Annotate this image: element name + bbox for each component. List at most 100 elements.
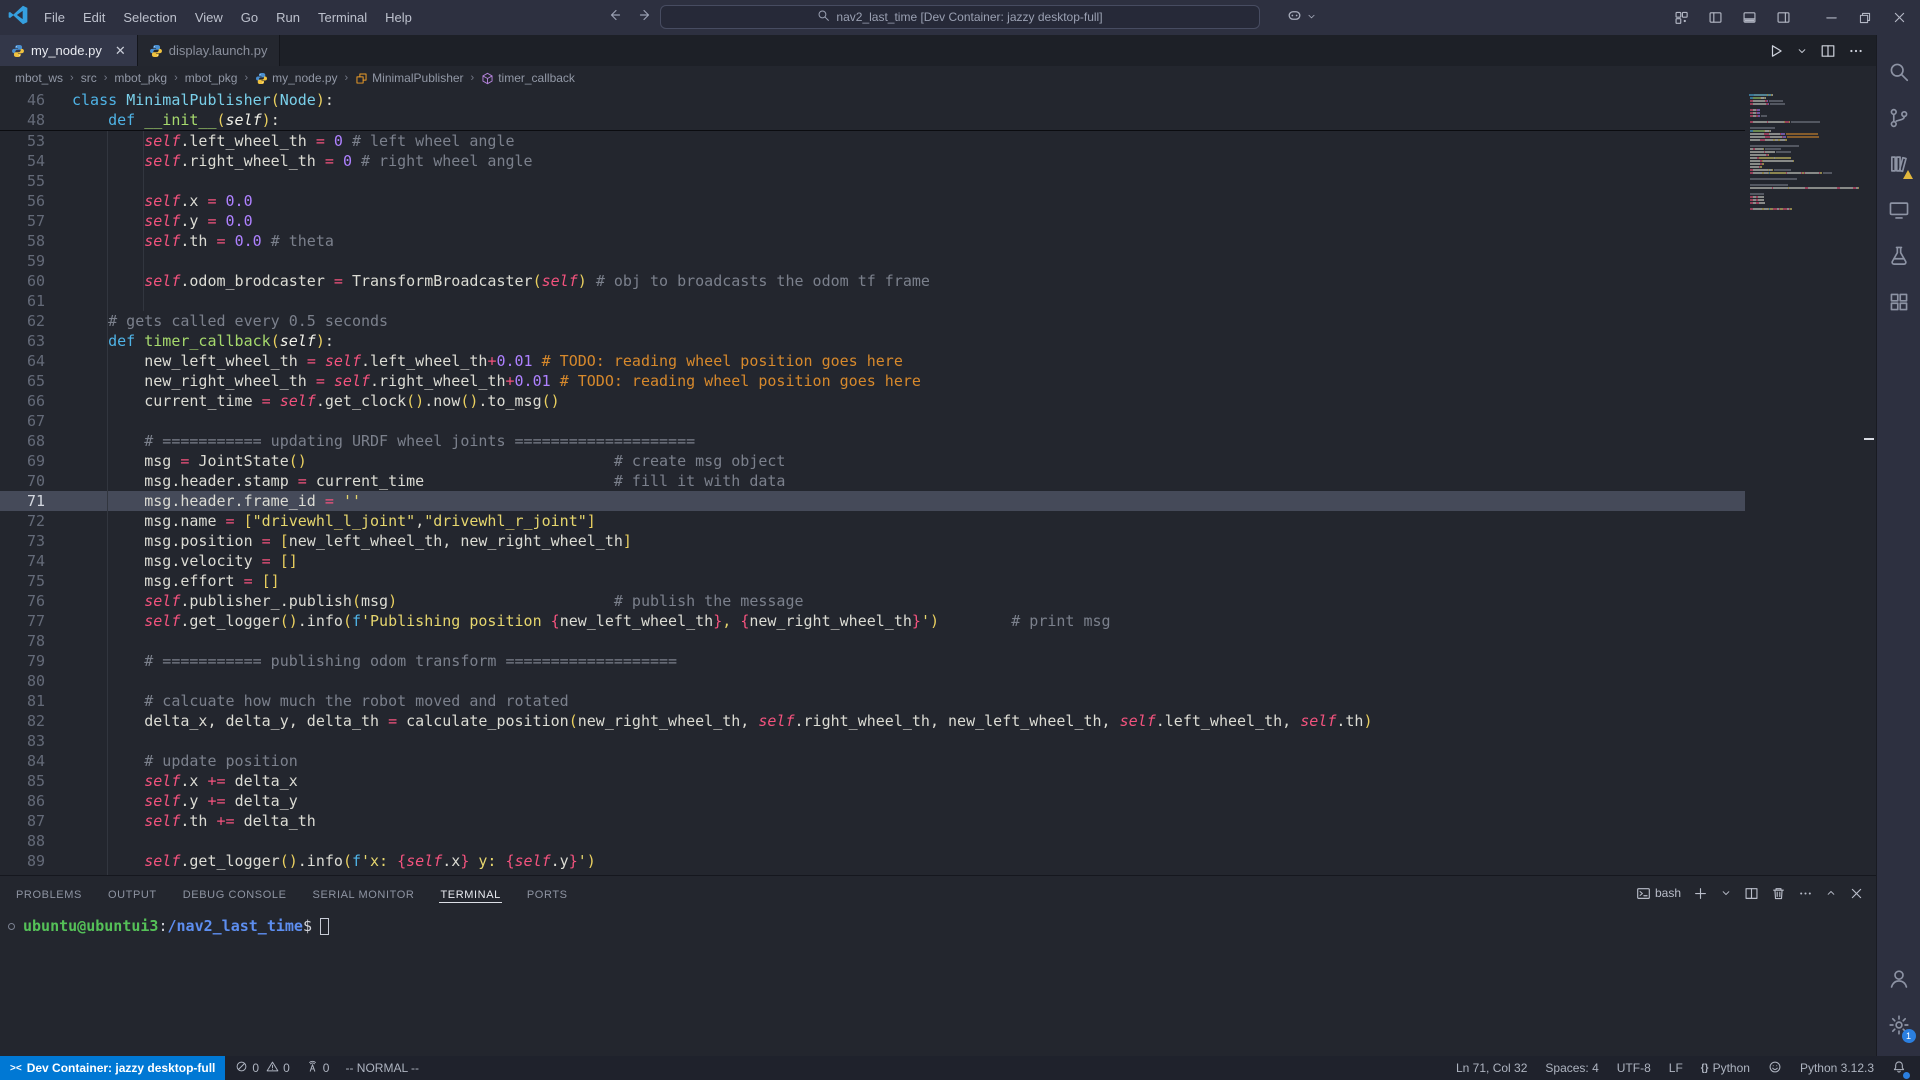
code-line-73[interactable]: 73 msg.position = [new_left_wheel_th, ne… [0,531,1745,551]
close-tab-icon[interactable]: ✕ [115,43,126,59]
code-line-88[interactable]: 88 [0,831,1745,851]
activity-gear[interactable]: 1 [1877,1002,1920,1048]
breadcrumb-mbot_pkg[interactable]: mbot_pkg [114,71,167,85]
indentation[interactable]: Spaces: 4 [1545,1061,1598,1075]
code-line-68[interactable]: 68 # =========== updating URDF wheel joi… [0,431,1745,451]
code-line-67[interactable]: 67 [0,411,1745,431]
code-line-86[interactable]: 86 self.y += delta_y [0,791,1745,811]
code-line-75[interactable]: 75 msg.effort = [] [0,571,1745,591]
code-line-85[interactable]: 85 self.x += delta_x [0,771,1745,791]
panel-tab-terminal[interactable]: TERMINAL [439,879,501,907]
activity-source-control[interactable] [1877,95,1920,141]
notifications[interactable] [1892,1060,1906,1077]
play-icon[interactable] [1768,43,1784,59]
code-line-84[interactable]: 84 # update position [0,751,1745,771]
code-line-57[interactable]: 57 self.y = 0.0 [0,211,1745,231]
code-line-54[interactable]: 54 self.right_wheel_th = 0 # right wheel… [0,151,1745,171]
activity-beaker[interactable] [1877,233,1920,279]
cursor-position[interactable]: Ln 71, Col 32 [1456,1061,1527,1075]
breadcrumb-mbot_pkg[interactable]: mbot_pkg [185,71,238,85]
code-line-58[interactable]: 58 self.th = 0.0 # theta [0,231,1745,251]
panel-tab-problems[interactable]: PROBLEMS [15,879,83,907]
language-mode[interactable]: {} Python [1701,1061,1750,1075]
code-line-83[interactable]: 83 [0,731,1745,751]
breadcrumb-timer_callback[interactable]: timer_callback [481,71,575,85]
panel-action-trash[interactable] [1771,886,1786,901]
menu-help[interactable]: Help [377,7,420,28]
code-editor[interactable]: 46class MinimalPublisher(Node):48 def __… [0,90,1745,875]
panel-tab-serial-monitor[interactable]: SERIAL MONITOR [312,879,416,907]
menu-file[interactable]: File [36,7,73,28]
breadcrumb-my_node.py[interactable]: my_node.py [255,71,337,85]
panel-action-close[interactable] [1849,886,1864,901]
activity-extensions[interactable] [1877,279,1920,325]
code-line-77[interactable]: 77 self.get_logger().info(f'Publishing p… [0,611,1745,631]
panel-tab-ports[interactable]: PORTS [526,879,569,907]
minimap[interactable] [1745,90,1862,875]
menu-selection[interactable]: Selection [115,7,184,28]
code-line-64[interactable]: 64 new_left_wheel_th = self.left_wheel_t… [0,351,1745,371]
panel-action-plus[interactable] [1693,886,1708,901]
code-line-69[interactable]: 69 msg = JointState() # create msg objec… [0,451,1745,471]
code-line-71[interactable]: 71 msg.header.frame_id = '' [0,491,1745,511]
arrow-left-icon[interactable] [606,7,622,28]
menu-view[interactable]: View [187,7,231,28]
activity-search[interactable] [1877,49,1920,95]
feedback[interactable] [1768,1060,1782,1077]
layout-secondary-icon[interactable] [1768,4,1798,32]
code-line-66[interactable]: 66 current_time = self.get_clock().now()… [0,391,1745,411]
code-line-65[interactable]: 65 new_right_wheel_th = self.right_wheel… [0,371,1745,391]
eol-selector[interactable]: LF [1669,1061,1683,1075]
split-icon[interactable] [1820,43,1836,59]
code-line-82[interactable]: 82 delta_x, delta_y, delta_th = calculat… [0,711,1745,731]
code-line-72[interactable]: 72 msg.name = ["drivewhl_l_joint","drive… [0,511,1745,531]
code-line-76[interactable]: 76 self.publisher_.publish(msg) # publis… [0,591,1745,611]
panel-action-chevron-up[interactable] [1825,887,1837,899]
breadcrumb-mbot_ws[interactable]: mbot_ws [15,71,63,85]
panel-action-more[interactable] [1798,886,1813,901]
panel-action-chevron-down[interactable] [1720,887,1732,899]
menu-go[interactable]: Go [233,7,266,28]
activity-account[interactable] [1877,956,1920,1002]
code-line-63[interactable]: 63 def timer_callback(self): [0,331,1745,351]
code-line-89[interactable]: 89 self.get_logger().info(f'x: {self.x} … [0,851,1745,871]
code-line-53[interactable]: 53 self.left_wheel_th = 0 # left wheel a… [0,131,1745,151]
code-line-62[interactable]: 62 # gets called every 0.5 seconds [0,311,1745,331]
code-line-74[interactable]: 74 msg.velocity = [] [0,551,1745,571]
chevron-down-icon[interactable] [1796,45,1808,57]
code-line-56[interactable]: 56 self.x = 0.0 [0,191,1745,211]
code-line-61[interactable]: 61 [0,291,1745,311]
minimize-icon[interactable] [1816,4,1846,32]
sticky-scroll[interactable]: 46class MinimalPublisher(Node):48 def __… [0,90,1745,131]
panel-action-terminal[interactable]: bash [1636,886,1681,901]
code-line-70[interactable]: 70 msg.header.stamp = current_time # fil… [0,471,1745,491]
copilot-menu[interactable] [1286,0,1317,35]
encoding[interactable]: UTF-8 [1617,1061,1651,1075]
code-line-59[interactable]: 59 [0,251,1745,271]
command-center-search[interactable]: nav2_last_time [Dev Container: jazzy des… [660,5,1260,29]
ports-status[interactable]: 0 [306,1060,330,1076]
layout-panel-icon[interactable] [1734,4,1764,32]
activity-remote-explorer[interactable] [1877,187,1920,233]
panel-action-split[interactable] [1744,886,1759,901]
breadcrumb-MinimalPublisher[interactable]: MinimalPublisher [355,71,463,85]
overview-ruler[interactable] [1862,90,1876,875]
arrow-right-icon[interactable] [638,7,654,28]
python-interpreter[interactable]: Python 3.12.3 [1800,1061,1874,1075]
remote-indicator[interactable]: >< Dev Container: jazzy desktop-full [0,1056,225,1080]
menu-edit[interactable]: Edit [75,7,113,28]
activity-library[interactable] [1877,141,1920,187]
tab-display.launch.py[interactable]: display.launch.py [138,35,280,66]
code-line-48[interactable]: 48 def __init__(self): [0,110,1745,130]
code-line-55[interactable]: 55 [0,171,1745,191]
code-line-78[interactable]: 78 [0,631,1745,651]
panel-tab-debug-console[interactable]: DEBUG CONSOLE [182,879,288,907]
code-line-46[interactable]: 46class MinimalPublisher(Node): [0,90,1745,110]
tab-my_node.py[interactable]: my_node.py✕ [0,35,138,66]
close-icon[interactable] [1884,4,1914,32]
code-line-60[interactable]: 60 self.odom_brodcaster = TransformBroad… [0,271,1745,291]
terminal[interactable]: ubuntu@ubuntui3:/nav2_last_time$ [0,910,1876,935]
code-line-79[interactable]: 79 # =========== publishing odom transfo… [0,651,1745,671]
panel-tab-output[interactable]: OUTPUT [107,879,158,907]
vim-mode[interactable]: -- NORMAL -- [345,1061,419,1075]
